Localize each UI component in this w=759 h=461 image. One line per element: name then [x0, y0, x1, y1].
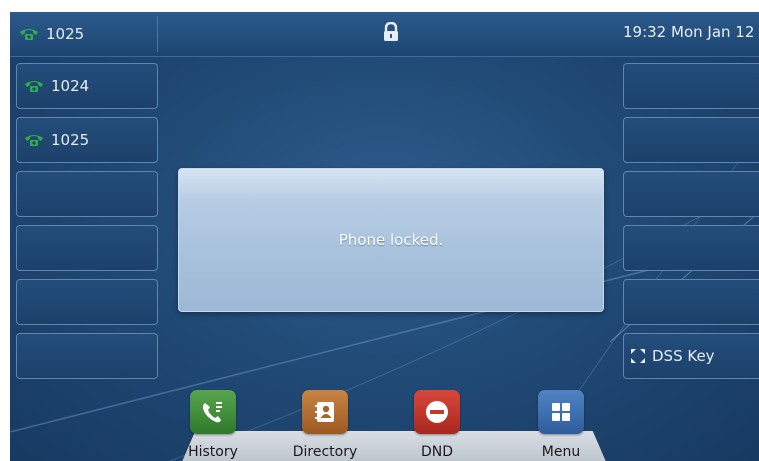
dnd-icon	[414, 390, 460, 434]
line-key-3[interactable]	[16, 171, 158, 217]
directory-button[interactable]: Directory	[270, 390, 380, 461]
history-button[interactable]: History	[158, 390, 268, 461]
line-key-1[interactable]: 1024	[16, 63, 158, 109]
menu-label: Menu	[541, 444, 581, 460]
line-key-label: 1024	[51, 77, 90, 95]
phone-icon	[23, 79, 45, 93]
lock-dialog: Phone locked.	[178, 168, 604, 312]
lock-icon	[382, 21, 400, 46]
menu-grid-icon	[538, 390, 584, 434]
phone-icon	[18, 27, 40, 41]
clock: 19:32 Mon Jan 12	[623, 23, 755, 41]
line-status[interactable]: 1025	[18, 22, 84, 46]
line-key-label: 1025	[51, 131, 90, 149]
dialog-message: Phone locked.	[338, 231, 444, 249]
line-key-5[interactable]	[16, 279, 158, 325]
phone-icon	[23, 133, 45, 147]
expand-icon	[630, 348, 646, 364]
line-key-8[interactable]	[623, 117, 759, 163]
dnd-label: DND	[420, 444, 454, 460]
line-key-7[interactable]	[623, 63, 759, 109]
line-key-11[interactable]	[623, 279, 759, 325]
line-key-2[interactable]: 1025	[16, 117, 158, 163]
dnd-button[interactable]: DND	[382, 390, 492, 461]
menu-button[interactable]: Menu	[506, 390, 616, 461]
directory-icon	[302, 390, 348, 434]
line-number: 1025	[46, 25, 85, 43]
phone-screen: 1025 19:32 Mon Jan 12 1024 1025 DSS Key …	[10, 12, 759, 461]
line-key-4[interactable]	[16, 225, 158, 271]
line-key-6[interactable]	[16, 333, 158, 379]
status-divider	[157, 16, 158, 52]
history-icon	[190, 390, 236, 434]
status-bar: 1025 19:32 Mon Jan 12	[10, 12, 759, 57]
history-label: History	[188, 444, 238, 460]
line-key-9[interactable]	[623, 171, 759, 217]
dss-key-button[interactable]: DSS Key	[623, 333, 759, 379]
line-key-10[interactable]	[623, 225, 759, 271]
dss-key-label: DSS Key	[652, 347, 715, 365]
directory-label: Directory	[292, 444, 358, 460]
